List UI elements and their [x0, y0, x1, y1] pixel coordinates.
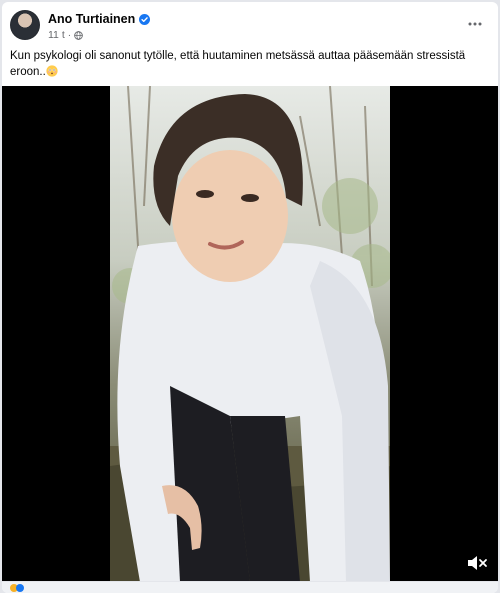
- meta-separator: ·: [67, 29, 72, 41]
- globe-icon: [74, 30, 83, 40]
- post-card: Ano Turtiainen 11 t · Kun psykologi oli …: [2, 2, 498, 593]
- author-line: Ano Turtiainen: [48, 12, 151, 26]
- author-avatar[interactable]: [10, 10, 40, 40]
- video-frame[interactable]: [110, 86, 390, 582]
- reactions-strip: [2, 581, 498, 593]
- verified-badge-icon: [139, 13, 151, 25]
- post-timestamp[interactable]: 11 t: [48, 29, 65, 41]
- flushed-face-emoji: [46, 65, 58, 77]
- reaction-icon-like: [16, 584, 24, 592]
- post-caption: Kun psykologi oli sanonut tytölle, että …: [10, 48, 484, 80]
- video-still-image: [110, 86, 390, 582]
- author-name[interactable]: Ano Turtiainen: [48, 12, 135, 26]
- mute-button[interactable]: [466, 554, 488, 572]
- more-options-icon: [468, 22, 482, 26]
- more-options-button[interactable]: [464, 16, 486, 32]
- video-player[interactable]: [2, 86, 498, 582]
- caption-text: Kun psykologi oli sanonut tytölle, että …: [10, 50, 466, 78]
- post-header: Ano Turtiainen 11 t ·: [10, 10, 490, 46]
- speaker-muted-icon: [468, 556, 487, 570]
- post-meta: 11 t ·: [48, 29, 83, 41]
